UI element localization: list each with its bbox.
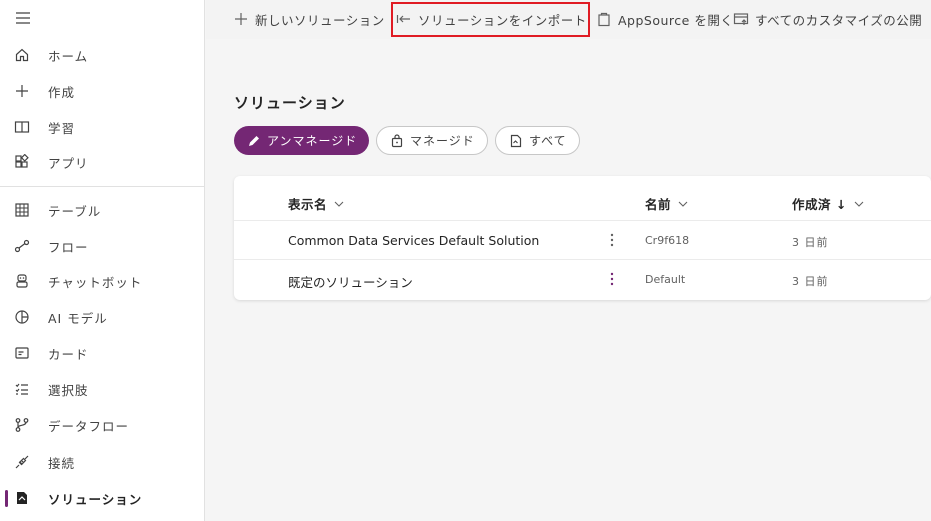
plus-icon (13, 82, 31, 100)
sidebar-item-label: ソリューション (48, 491, 143, 507)
chevron-down-icon (677, 198, 689, 210)
sidebar-item-label: チャットボット (48, 274, 143, 290)
sidebar-item-cards[interactable]: カード (0, 336, 204, 370)
column-header-display-name[interactable]: 表示名 (288, 194, 345, 213)
row-created: 3 日前 (792, 275, 829, 288)
solution-icon (13, 489, 31, 507)
column-header-created[interactable]: 作成済 ↓ (792, 194, 865, 213)
sidebar-item-label: フロー (48, 239, 89, 255)
sidebar-item-home[interactable]: ホーム (0, 38, 204, 72)
active-indicator (5, 490, 8, 507)
lock-bag-icon (389, 133, 404, 148)
import-solution-button[interactable]: ソリューションをインポート (396, 0, 587, 38)
publish-all-customizations-button[interactable]: すべてのカスタマイズの公開 (733, 0, 922, 38)
row-name: Cr9f618 (645, 234, 690, 247)
sidebar-divider (0, 186, 204, 187)
sidebar-item-tables[interactable]: テーブル (0, 193, 204, 227)
import-icon (396, 11, 412, 27)
table-row[interactable]: Common Data Services Default Solution Cr… (234, 220, 931, 259)
sidebar-item-learn[interactable]: 学習 (0, 110, 204, 144)
sidebar-item-label: ホーム (48, 48, 89, 64)
sidebar-item-label: 作成 (48, 84, 76, 100)
sidebar-item-label: AI モデル (48, 310, 108, 326)
solutions-table: 表示名 名前 作成済 ↓ Common Data Services Defaul… (234, 176, 931, 300)
row-display-name[interactable]: 既定のソリューション (288, 272, 413, 291)
sidebar-item-choices[interactable]: 選択肢 (0, 372, 204, 406)
flow-icon (13, 237, 31, 255)
sidebar-item-label: 接続 (48, 455, 76, 471)
sidebar-item-label: テーブル (48, 203, 102, 219)
filter-unmanaged-button[interactable]: アンマネージド (234, 126, 370, 155)
connection-icon (13, 453, 31, 471)
sidebar-item-connections[interactable]: 接続 (0, 445, 204, 479)
sidebar-item-solutions[interactable]: ソリューション (0, 481, 204, 515)
hamburger-menu-icon[interactable] (14, 10, 32, 26)
more-options-icon[interactable] (605, 269, 619, 289)
choices-icon (13, 380, 31, 398)
home-icon (13, 46, 31, 64)
bot-icon (13, 272, 31, 290)
sidebar-item-chatbots[interactable]: チャットボット (0, 264, 204, 298)
sidebar-item-label: 学習 (48, 120, 76, 136)
sidebar-item-ai-models[interactable]: AI モデル (0, 300, 204, 334)
filter-managed-button[interactable]: マネージド (376, 126, 488, 155)
plus-icon (233, 11, 249, 27)
new-solution-button[interactable]: 新しいソリューション (233, 0, 385, 38)
card-icon (13, 344, 31, 362)
sidebar-item-label: カード (48, 346, 89, 362)
sidebar-item-create[interactable]: 作成 (0, 74, 204, 108)
sidebar-item-label: 選択肢 (48, 382, 89, 398)
sidebar-item-flows[interactable]: フロー (0, 229, 204, 263)
sidebar-item-label: データフロー (48, 418, 130, 434)
apps-icon (13, 153, 31, 171)
row-display-name[interactable]: Common Data Services Default Solution (288, 233, 539, 248)
document-icon (508, 133, 523, 148)
table-icon (13, 201, 31, 219)
filter-all-button[interactable]: すべて (495, 126, 580, 155)
table-row[interactable]: 既定のソリューション Default 3 日前 (234, 259, 931, 298)
chevron-down-icon (853, 198, 865, 210)
pencil-icon (246, 133, 261, 148)
sidebar-item-dataflows[interactable]: データフロー (0, 408, 204, 442)
chevron-down-icon (333, 198, 345, 210)
left-navigation: ホーム 作成 学習 アプリ テーブル フロー チャットボット AI モデル カー… (0, 0, 205, 521)
column-header-name[interactable]: 名前 (645, 194, 689, 213)
shopping-bag-icon (596, 11, 612, 27)
more-options-icon[interactable] (605, 230, 619, 250)
page-title: ソリューション (234, 94, 346, 112)
book-icon (13, 118, 31, 136)
dataflow-icon (13, 416, 31, 434)
publish-icon (733, 11, 749, 27)
row-name: Default (645, 273, 686, 286)
row-created: 3 日前 (792, 236, 829, 249)
sidebar-item-apps[interactable]: アプリ (0, 145, 204, 179)
open-appsource-button[interactable]: AppSource を開く (596, 0, 733, 38)
ai-model-icon (13, 308, 31, 326)
sidebar-item-label: アプリ (48, 155, 89, 171)
